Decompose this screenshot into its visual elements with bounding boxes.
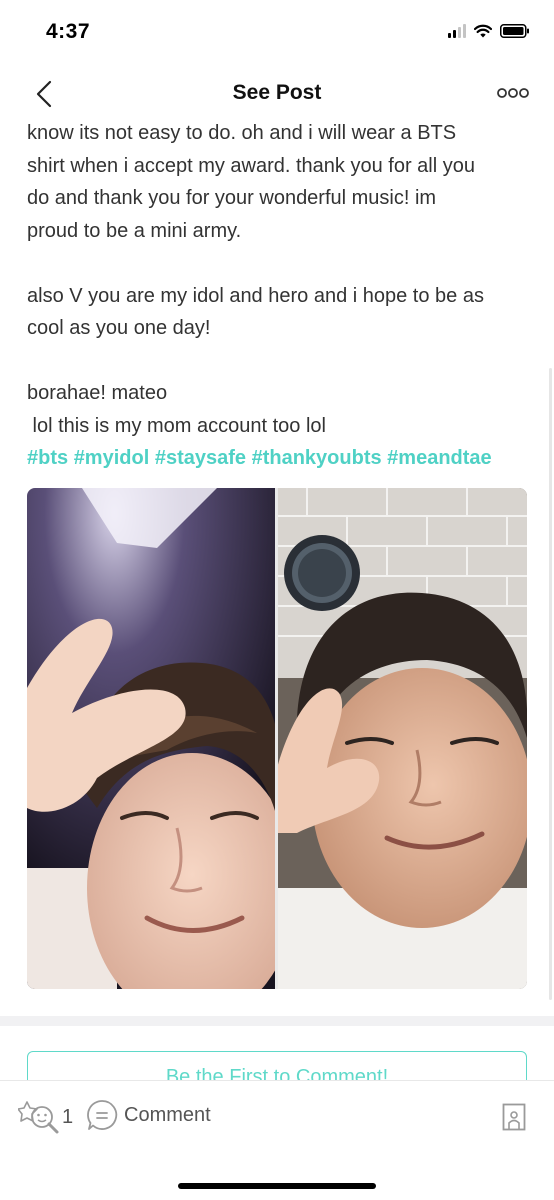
scrollbar[interactable] [549,368,552,1000]
bookmark-icon [502,1103,526,1131]
more-horizontal-icon [497,88,529,98]
post-text-line: cool as you one day! [27,317,211,339]
post-note: lol this is my mom account too lol [27,414,326,437]
bottom-action-bar: 1 Comment [0,1080,554,1200]
status-icons [448,24,530,38]
comment-label: Comment [124,1103,211,1126]
bookmark-button[interactable] [502,1103,526,1136]
post-body: know its not easy to do. oh and i will w… [27,117,532,475]
comment-icon [87,1100,118,1130]
post-text-line: also V you are my idol and hero and i ho… [27,284,484,307]
status-bar: 4:37 [0,0,554,64]
status-time: 4:37 [46,20,91,43]
hashtag-link[interactable]: #myidol [74,447,150,469]
post-text-line: shirt when i accept my award. thank you … [27,154,475,177]
photo-left-selfie [27,488,277,989]
hashtag-link[interactable]: #meandtae [387,447,492,469]
comment-button[interactable]: Comment [86,1099,211,1131]
photo-divider [275,488,278,989]
hashtag-list: #bts #myidol #staysafe #thankyoubts #mea… [27,442,532,475]
home-indicator[interactable] [178,1183,376,1189]
hashtag-link[interactable]: #bts [27,447,68,469]
page-title: See Post [232,81,322,104]
more-options-button[interactable] [492,80,534,106]
nav-bar: See Post [0,64,554,122]
cellular-signal-icon [448,24,466,38]
hashtag-link[interactable]: #staysafe [155,447,246,469]
post-text-line: know its not easy to do. oh and i will w… [27,122,457,144]
post-signoff: borahae! mateo [27,382,168,404]
like-icon [18,1101,59,1134]
battery-icon [500,24,529,38]
post-text-line: proud to be a mini army. [27,219,242,242]
post-photo[interactable] [27,488,527,989]
photo-right-selfie [277,488,527,989]
wifi-icon [474,24,492,38]
post-text-line: do and thank you for your wonderful musi… [27,187,437,209]
section-divider [0,1016,554,1026]
like-button[interactable]: 1 [18,1098,73,1136]
hashtag-link[interactable]: #thankyoubts [252,447,382,469]
like-count: 1 [62,1105,74,1128]
